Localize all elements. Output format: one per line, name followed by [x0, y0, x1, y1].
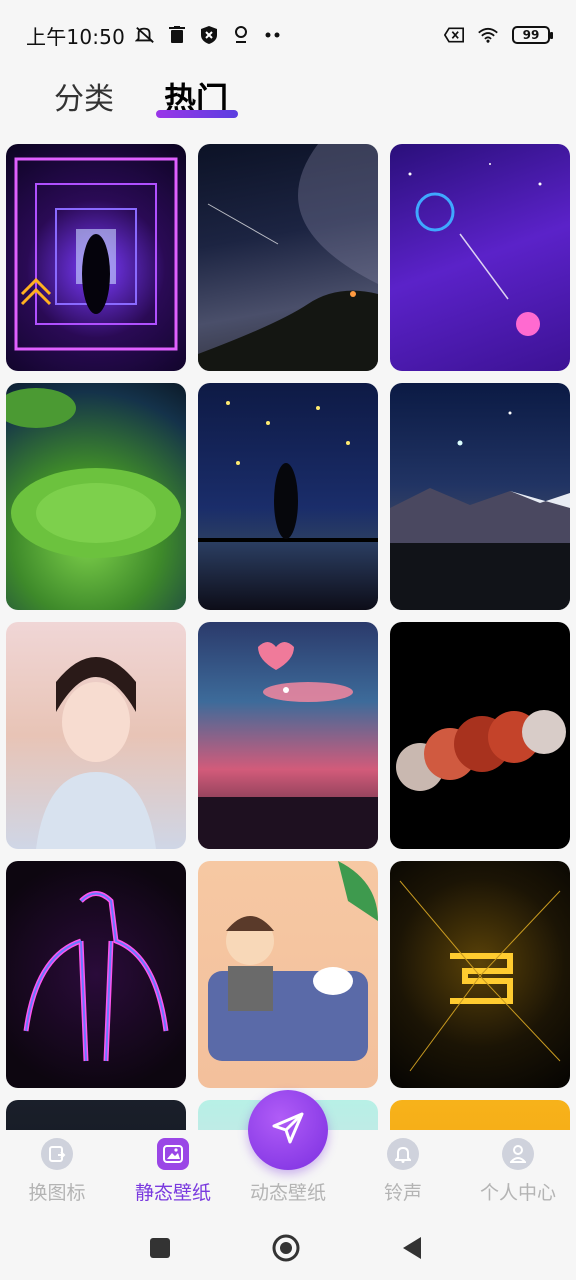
wallpaper-thumbnail[interactable] [390, 383, 570, 610]
status-bar: 上午10:50 99 [0, 0, 576, 70]
wallpaper-thumbnail[interactable] [390, 861, 570, 1088]
wallpaper-thumbnail[interactable] [6, 861, 186, 1088]
send-icon [268, 1108, 308, 1152]
top-tabs: 分类 热门 [0, 70, 576, 130]
tab-category[interactable]: 分类 [54, 74, 114, 118]
nav-ringtone[interactable]: 铃声 [348, 1138, 458, 1205]
wallpaper-thumbnail[interactable] [198, 144, 378, 371]
mute-icon [135, 25, 155, 45]
wallpaper-thumbnail[interactable] [6, 622, 186, 849]
wallpaper-thumbnail[interactable] [198, 861, 378, 1088]
nav-label: 动态壁纸 [249, 1182, 326, 1204]
location-icon [231, 25, 251, 45]
nav-change-icon[interactable]: 换图标 [2, 1138, 112, 1205]
nav-profile[interactable]: 个人中心 [463, 1138, 573, 1205]
battery-icon: 99 [512, 26, 553, 44]
shield-icon [199, 25, 219, 45]
nav-label: 个人中心 [479, 1182, 556, 1204]
active-tab-indicator [156, 110, 238, 118]
nav-static-wallpaper[interactable]: 静态壁纸 [118, 1138, 228, 1205]
wallpaper-thumbnail[interactable] [198, 622, 378, 849]
bell-icon [387, 1138, 419, 1170]
status-time: 上午10:50 [26, 24, 126, 49]
wallpaper-thumbnail[interactable] [390, 622, 570, 849]
static-wallpaper-icon [157, 1138, 189, 1170]
no-sim-icon [444, 25, 464, 45]
wallpaper-thumbnail[interactable] [6, 144, 186, 371]
person-icon [502, 1138, 534, 1170]
status-left-icons [135, 25, 283, 45]
battery-level: 99 [522, 28, 540, 42]
nav-label: 铃声 [383, 1182, 422, 1204]
wallpaper-thumbnail[interactable] [198, 383, 378, 610]
change-icon-icon [41, 1138, 73, 1170]
status-right-icons: 99 [444, 25, 553, 45]
wallpaper-thumbnail[interactable] [6, 383, 186, 610]
app-screen: 上午10:50 99 分类 热门 换图标 静态壁纸 动态壁纸 铃声 个人中心 [0, 0, 576, 1280]
nav-label: 静态壁纸 [134, 1182, 211, 1204]
back-button[interactable] [396, 1232, 428, 1264]
trash-icon [167, 25, 187, 45]
more-icon [263, 25, 283, 45]
wallpaper-thumbnail[interactable] [390, 144, 570, 371]
home-button[interactable] [270, 1232, 302, 1264]
wifi-icon [478, 25, 498, 45]
live-wallpaper-fab[interactable] [248, 1090, 328, 1170]
system-navigation-bar [0, 1216, 576, 1280]
nav-label: 换图标 [28, 1182, 86, 1204]
recents-button[interactable] [144, 1232, 176, 1264]
